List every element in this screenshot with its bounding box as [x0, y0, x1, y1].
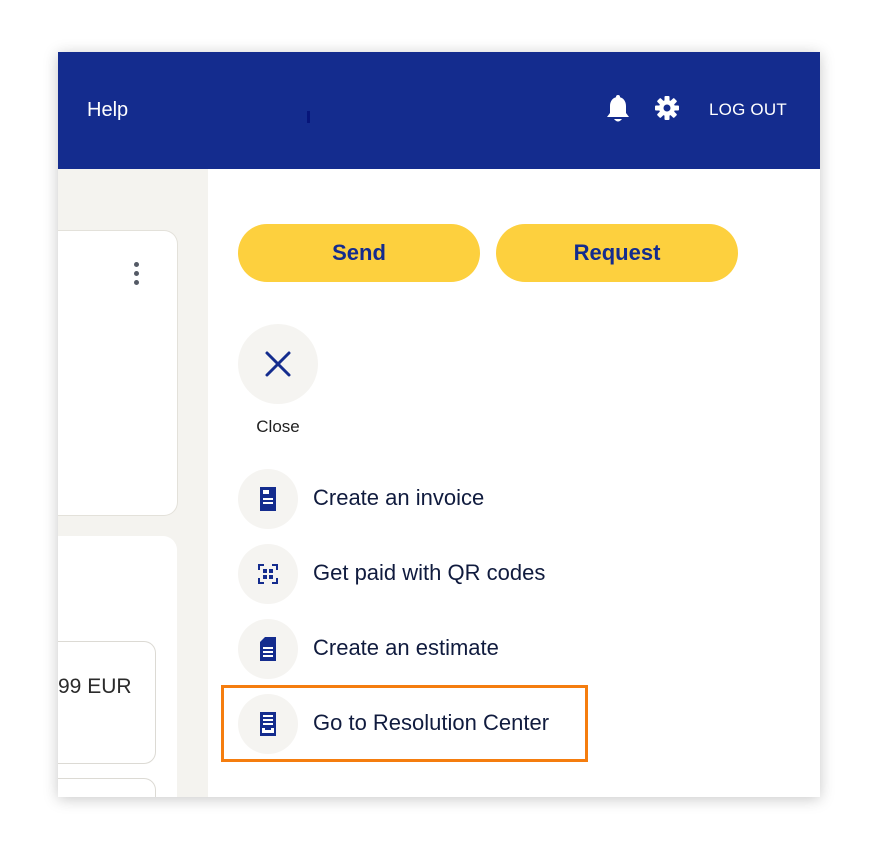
summary-card	[58, 230, 178, 516]
menu-item-label: Get paid with QR codes	[313, 560, 546, 585]
qr-code-icon	[238, 544, 298, 604]
balance-amount: 99 EUR	[58, 675, 132, 698]
help-link[interactable]: Help	[87, 99, 128, 122]
balance-tile[interactable]	[58, 641, 156, 764]
send-button[interactable]: Send	[238, 224, 480, 282]
app-window: Help LOG OUT 99 EUR Send Request Close C…	[58, 52, 820, 797]
text-cursor	[307, 111, 310, 123]
gear-icon[interactable]	[654, 95, 680, 121]
menu-item-label: Create an invoice	[313, 485, 485, 510]
top-navigation-bar: Help LOG OUT	[58, 52, 820, 169]
menu-item-create-invoice[interactable]: Create an invoice	[238, 469, 638, 529]
menu-item-qr-codes[interactable]: Get paid with QR codes	[238, 544, 638, 604]
close-icon	[265, 351, 291, 377]
more-options-icon[interactable]	[134, 262, 140, 288]
bell-icon[interactable]	[605, 95, 631, 125]
close-button[interactable]	[238, 324, 318, 404]
request-button[interactable]: Request	[496, 224, 738, 282]
invoice-icon	[238, 469, 298, 529]
close-label: Close	[256, 417, 300, 436]
menu-item-label: Create an estimate	[313, 635, 499, 660]
highlight-box	[221, 685, 588, 762]
logout-link[interactable]: LOG OUT	[709, 100, 787, 120]
estimate-icon	[238, 619, 298, 679]
menu-item-create-estimate[interactable]: Create an estimate	[238, 619, 638, 679]
secondary-tile[interactable]	[58, 778, 156, 797]
